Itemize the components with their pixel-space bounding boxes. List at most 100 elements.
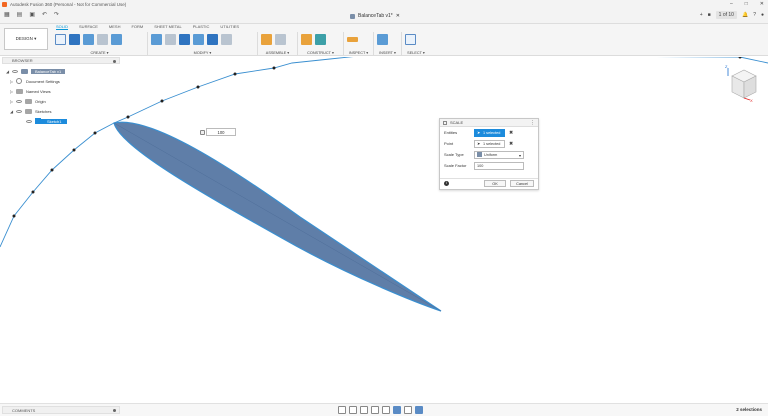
orbit-icon[interactable]: [338, 406, 346, 414]
grid-menu-icon[interactable]: ▦: [4, 11, 10, 18]
tree-item-sketch1[interactable]: Sketch1: [6, 116, 121, 126]
viewports-icon[interactable]: [415, 406, 423, 414]
assemble-menu[interactable]: ASSEMBLE ▾: [258, 50, 297, 55]
browser-pin-icon[interactable]: [113, 59, 116, 63]
tree-item-document-settings[interactable]: ▷ Document Settings: [6, 76, 121, 86]
pattern-icon[interactable]: [111, 33, 122, 45]
offset-plane-icon[interactable]: [301, 33, 312, 45]
svg-text:Z: Z: [725, 64, 728, 69]
shell-icon[interactable]: [193, 33, 204, 45]
clear-point-icon[interactable]: ✖: [509, 141, 513, 147]
tab-utilities[interactable]: UTILITIES: [220, 24, 250, 31]
select-icon[interactable]: [405, 33, 416, 45]
point-selector[interactable]: ➤ 1 selected: [474, 139, 505, 148]
axis-icon[interactable]: [315, 33, 326, 45]
info-icon[interactable]: i: [444, 180, 449, 186]
scale-type-dropdown[interactable]: Uniform ▾: [474, 150, 524, 159]
sketch-point[interactable]: [272, 66, 276, 70]
workspace-switcher[interactable]: DESIGN ▾: [4, 28, 48, 50]
tree-item-root[interactable]: ◢ BalanceTab v1: [6, 66, 121, 76]
file-menu-icon[interactable]: ▤: [17, 11, 23, 18]
viewcube[interactable]: Z X: [724, 62, 762, 102]
visibility-eye-icon[interactable]: [12, 69, 18, 73]
revolve-icon[interactable]: [83, 33, 94, 45]
move-icon[interactable]: [221, 33, 232, 45]
tab-solid[interactable]: SOLID: [56, 24, 79, 31]
new-component-icon[interactable]: [261, 33, 272, 45]
measure-icon[interactable]: [347, 36, 358, 42]
component-icon: [21, 68, 28, 74]
clear-entities-icon[interactable]: ✖: [509, 130, 513, 136]
tree-item-sketches[interactable]: ◢ Sketches: [6, 106, 121, 116]
tab-plastic[interactable]: PLASTIC: [193, 24, 221, 31]
document-tab[interactable]: BalanceTab v1* ✕: [350, 11, 400, 21]
sketch-point[interactable]: [126, 115, 130, 119]
joint-icon[interactable]: [275, 33, 286, 45]
inspect-menu[interactable]: INSPECT ▾: [344, 50, 373, 55]
redo-icon[interactable]: ↷: [54, 11, 59, 18]
comments-panel-header[interactable]: COMMENTS: [2, 406, 120, 414]
sketch-point[interactable]: [72, 148, 76, 152]
extensions-icon[interactable]: ■: [708, 12, 711, 18]
look-at-icon[interactable]: [349, 406, 357, 414]
cancel-button[interactable]: Cancel: [510, 180, 534, 187]
visibility-eye-icon[interactable]: [26, 119, 32, 123]
hole-icon[interactable]: [97, 33, 108, 45]
browser-panel-header[interactable]: BROWSER: [2, 57, 120, 64]
sketch-point[interactable]: [93, 131, 97, 135]
select-menu[interactable]: SELECT ▾: [402, 50, 430, 55]
pan-icon[interactable]: [360, 406, 368, 414]
create-menu[interactable]: CREATE ▾: [52, 50, 147, 55]
modify-menu[interactable]: MODIFY ▾: [148, 50, 257, 55]
sketch-point[interactable]: [50, 168, 54, 172]
scale-dialog-header[interactable]: SCALE ⋮: [440, 119, 538, 127]
undo-icon[interactable]: ↶: [42, 11, 47, 18]
insert-image-icon[interactable]: [377, 33, 388, 45]
chamfer-icon[interactable]: [179, 33, 190, 45]
account-avatar-icon[interactable]: ●: [761, 12, 764, 18]
save-icon[interactable]: ▣: [29, 11, 35, 18]
sketch-point[interactable]: [233, 72, 237, 76]
sketch-point[interactable]: [738, 57, 742, 59]
combine-icon[interactable]: [207, 33, 218, 45]
tree-item-named-views[interactable]: ▷ Named Views: [6, 86, 121, 96]
dimension-input[interactable]: 100: [200, 128, 236, 136]
construct-menu[interactable]: CONSTRUCT ▾: [298, 50, 343, 55]
point-label: Point: [444, 141, 454, 146]
tab-sheet-metal[interactable]: SHEET METAL: [154, 24, 192, 31]
scale-factor-input[interactable]: 100: [474, 161, 524, 170]
sketch-point[interactable]: [31, 190, 35, 194]
sketch-point[interactable]: [160, 99, 164, 103]
sketch-point[interactable]: [196, 85, 200, 89]
fit-icon[interactable]: [382, 406, 390, 414]
press-pull-icon[interactable]: [151, 33, 162, 45]
comments-add-icon[interactable]: [113, 408, 116, 412]
sketch-points: [12, 57, 742, 218]
close-button[interactable]: ✕: [760, 1, 764, 7]
notifications-icon[interactable]: 🔔: [742, 12, 748, 18]
tree-item-origin[interactable]: ▷ Origin: [6, 96, 121, 106]
fillet-icon[interactable]: [165, 33, 176, 45]
entities-selector[interactable]: ➤ 1 selected: [474, 128, 505, 137]
visibility-eye-icon[interactable]: [16, 99, 22, 103]
close-tab-icon[interactable]: ✕: [396, 13, 400, 19]
tab-surface[interactable]: SURFACE: [79, 24, 109, 31]
display-settings-icon[interactable]: [393, 406, 401, 414]
maximize-button[interactable]: □: [745, 1, 748, 7]
zoom-icon[interactable]: [371, 406, 379, 414]
tab-form[interactable]: FORM: [131, 24, 154, 31]
insert-menu[interactable]: INSERT ▾: [374, 50, 401, 55]
new-tab-icon[interactable]: +: [700, 12, 703, 18]
new-sketch-icon[interactable]: [55, 33, 66, 45]
more-options-icon[interactable]: ⋮: [530, 120, 535, 126]
visibility-eye-icon[interactable]: [16, 109, 22, 113]
sketch-point[interactable]: [12, 214, 16, 218]
help-icon[interactable]: ?: [753, 12, 756, 18]
minimize-button[interactable]: –: [730, 1, 733, 7]
job-status[interactable]: 1 of 10: [715, 11, 737, 19]
ok-button[interactable]: OK: [484, 180, 506, 187]
selection-count: 2 selections: [736, 407, 762, 412]
extrude-icon[interactable]: [69, 33, 80, 45]
grid-settings-icon[interactable]: [404, 406, 412, 414]
tab-mesh[interactable]: MESH: [109, 24, 132, 31]
